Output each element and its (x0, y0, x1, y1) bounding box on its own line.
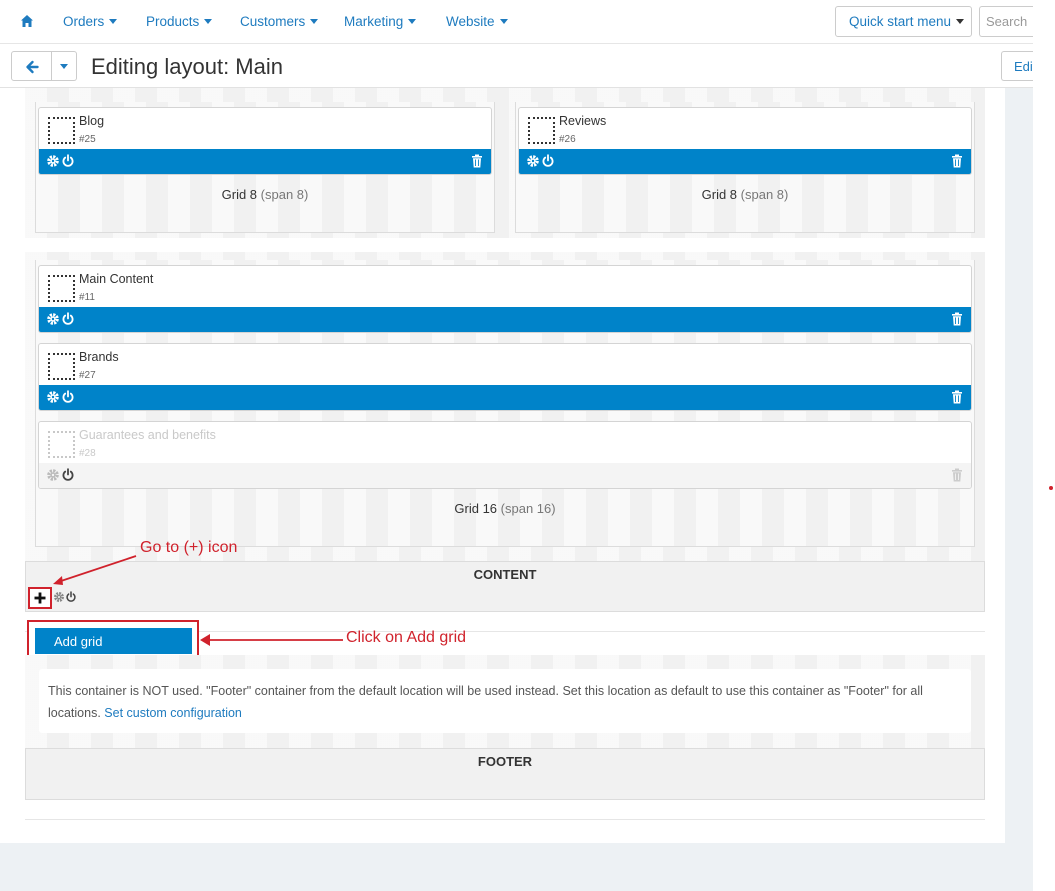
block-name: Brands (79, 350, 119, 364)
chevron-down-icon (499, 19, 508, 24)
block-name: Guarantees and benefits (79, 428, 216, 442)
power-icon[interactable] (541, 154, 555, 168)
nav-website[interactable]: Website (446, 14, 508, 29)
page-header: Editing layout: Main Edit (0, 44, 1041, 88)
plus-icon (34, 592, 46, 604)
trash-icon[interactable] (951, 468, 963, 482)
back-dropdown-button[interactable] (52, 51, 77, 81)
nav-products[interactable]: Products (146, 14, 213, 29)
block-reviews[interactable]: Reviews #26 (518, 107, 972, 175)
gear-icon[interactable] (526, 154, 540, 168)
block-id: #11 (79, 292, 95, 303)
block-toolbar (39, 307, 971, 332)
gear-icon[interactable] (46, 312, 60, 326)
page-title: Editing layout: Main (91, 54, 283, 79)
block-guarantees-and-benefits[interactable]: Guarantees and benefits #28 (38, 421, 972, 489)
grid-name: Grid 8 (701, 187, 738, 202)
trash-icon[interactable] (951, 390, 963, 404)
block-toolbar (39, 149, 491, 174)
trash-icon[interactable] (951, 154, 963, 168)
block-id: #28 (79, 448, 96, 459)
block-toolbar (519, 149, 971, 174)
power-icon[interactable] (61, 154, 75, 168)
block-placeholder-icon (48, 431, 75, 458)
home-icon[interactable] (20, 14, 34, 28)
block-placeholder-icon (48, 275, 75, 302)
block-toolbar (39, 385, 971, 410)
right-margin (1033, 0, 1055, 891)
grid-span: (span 16) (500, 501, 556, 516)
block-toolbar (39, 463, 971, 488)
block-id: #25 (79, 134, 96, 145)
page-gutter (1005, 88, 1033, 891)
nav-marketing-label: Marketing (344, 14, 404, 29)
block-name: Main Content (79, 272, 154, 286)
footer-notice: This container is NOT used. "Footer" con… (39, 669, 971, 733)
nav-products-label: Products (146, 14, 200, 29)
grid-span: (span 8) (740, 187, 789, 202)
annotation-click-add-grid: Click on Add grid (346, 629, 467, 646)
container-title: FOOTER (477, 754, 533, 769)
page-bottom-gutter (0, 843, 1033, 891)
block-id: #26 (559, 134, 576, 145)
grid-label: Grid 8 (span 8) (36, 187, 494, 202)
block-name: Reviews (559, 114, 607, 128)
nav-customers-label: Customers (240, 14, 306, 29)
block-id: #27 (79, 370, 96, 381)
container-title: CONTENT (473, 567, 537, 582)
trash-icon[interactable] (951, 312, 963, 326)
power-icon[interactable] (65, 591, 77, 603)
chevron-down-icon (310, 19, 319, 24)
block-name: Blog (79, 114, 105, 128)
gear-icon[interactable] (53, 591, 65, 603)
gear-icon[interactable] (46, 468, 60, 482)
stray-dot (1049, 486, 1053, 490)
nav-orders-label: Orders (63, 14, 105, 29)
block-placeholder-icon (48, 117, 75, 144)
set-custom-configuration-link[interactable]: Set custom configuration (104, 706, 242, 720)
search-input[interactable] (979, 6, 1039, 37)
nav-marketing[interactable]: Marketing (344, 14, 417, 29)
gear-icon[interactable] (46, 390, 60, 404)
grid-label: Grid 8 (span 8) (516, 187, 974, 202)
trash-icon[interactable] (471, 154, 483, 168)
gear-icon[interactable] (46, 154, 60, 168)
power-icon[interactable] (61, 312, 75, 326)
divider (25, 819, 985, 820)
chevron-down-icon (204, 19, 213, 24)
nav-website-label: Website (446, 14, 495, 29)
chevron-down-icon (408, 19, 417, 24)
top-navigation: Orders Products Customers Marketing Webs… (0, 0, 1039, 44)
footer-container: FOOTER (25, 748, 985, 800)
add-grid-button[interactable]: Add grid (35, 628, 192, 654)
arrow-left-icon (26, 60, 39, 74)
power-icon[interactable] (61, 468, 75, 482)
chevron-down-icon (109, 19, 118, 24)
chevron-down-icon (60, 64, 68, 69)
add-grid-plus-button[interactable] (28, 587, 52, 609)
block-blog[interactable]: Blog #25 (38, 107, 492, 175)
block-placeholder-icon (48, 353, 75, 380)
quick-start-menu-button[interactable]: Quick start menu (835, 6, 972, 37)
block-brands[interactable]: Brands #27 (38, 343, 972, 411)
nav-customers[interactable]: Customers (240, 14, 319, 29)
grid-name: Grid 8 (221, 187, 258, 202)
nav-orders[interactable]: Orders (63, 14, 118, 29)
annotation-goto-plus: Go to (+) icon (140, 539, 238, 556)
grid-span: (span 8) (260, 187, 309, 202)
content-container: CONTENT (25, 561, 985, 612)
block-placeholder-icon (528, 117, 555, 144)
back-button[interactable] (11, 51, 52, 81)
grid-name: Grid 16 (454, 501, 498, 516)
quick-start-label: Quick start menu (849, 14, 952, 29)
grid-label: Grid 16 (span 16) (36, 501, 974, 516)
block-main-content[interactable]: Main Content #11 (38, 265, 972, 333)
chevron-down-icon (956, 19, 965, 24)
power-icon[interactable] (61, 390, 75, 404)
